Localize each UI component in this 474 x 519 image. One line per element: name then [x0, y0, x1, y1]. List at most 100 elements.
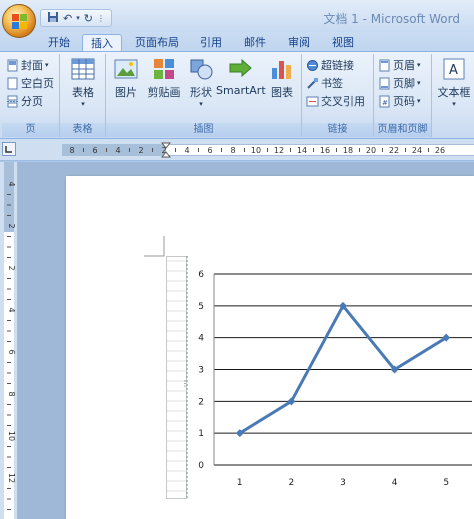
footer-icon: [379, 77, 390, 90]
svg-text:#: #: [382, 99, 388, 107]
header-label: 页眉: [393, 59, 415, 72]
picture-icon: [114, 59, 138, 79]
save-icon[interactable]: [47, 11, 59, 26]
vertical-ruler: 4 2 2 4 6 8 10 12: [0, 162, 18, 519]
blank-page-icon: [7, 77, 18, 90]
y-tick-label: 6: [198, 270, 204, 280]
window-title: 文档 1 - Microsoft Word: [323, 12, 460, 26]
cross-reference-icon: [306, 96, 319, 107]
hruler-label: 16: [320, 146, 330, 155]
footer-label: 页脚: [393, 77, 415, 90]
tab-view[interactable]: 视图: [324, 34, 362, 52]
smartart-button[interactable]: SmartArt: [216, 56, 266, 97]
shapes-button[interactable]: 形状 ▾: [186, 56, 216, 108]
footer-dropdown-icon: ▾: [417, 79, 421, 87]
vruler-label: 2: [7, 223, 16, 228]
tab-home[interactable]: 开始: [40, 34, 78, 52]
cover-page-button[interactable]: 封面 ▾: [6, 57, 49, 74]
vruler-label: 6: [7, 349, 16, 354]
cross-reference-label: 交叉引用: [321, 95, 365, 108]
y-tick-label: 0: [198, 461, 204, 471]
page-break-button[interactable]: 分页: [6, 93, 43, 110]
chart-button[interactable]: 图表: [266, 56, 298, 100]
y-tick-label: 5: [198, 302, 204, 312]
redo-icon[interactable]: ↻: [84, 12, 93, 25]
clipart-label: 剪贴画: [147, 86, 181, 99]
x-tick-label: 5: [443, 478, 449, 488]
tab-references[interactable]: 引用: [192, 34, 230, 52]
blank-page-button[interactable]: 空白页: [6, 75, 54, 92]
group-label-tables: 表格: [60, 123, 105, 137]
group-illustrations: 图片 剪贴画 形状 ▾ SmartArt 图表 插图: [106, 54, 302, 137]
ribbon: 封面 ▾ 空白页 分页 页 表格 ▾ 表格 图片 剪贴画 形状 ▾ SmartA…: [0, 51, 474, 139]
textbox-button[interactable]: A 文本框 ▾: [436, 56, 472, 108]
page-break-icon: [7, 95, 18, 108]
hyperlink-button[interactable]: 超链接: [306, 57, 354, 74]
group-label-illustrations: 插图: [106, 123, 301, 137]
x-tick-label: 4: [392, 478, 398, 488]
header-icon: [379, 59, 390, 72]
x-tick-label: 3: [340, 478, 346, 488]
y-tick-label: 4: [198, 334, 204, 344]
tab-insert[interactable]: 插入: [82, 34, 122, 52]
blank-page-label: 空白页: [21, 77, 54, 90]
bookmark-button[interactable]: 书签: [306, 75, 343, 92]
office-logo-icon: [12, 14, 27, 29]
y-tick-label: 3: [198, 366, 204, 376]
horizontal-ruler: 8 6 4 2 2 4 6 8 10 12 14 16 18 20 22 24 26: [0, 139, 474, 161]
svg-text:A: A: [449, 63, 458, 78]
page-number-label: 页码: [393, 95, 415, 108]
group-label-header-footer: 页眉和页脚: [374, 123, 431, 137]
x-tick-label: 1: [237, 478, 243, 488]
customize-qat-icon[interactable]: ⋮: [97, 14, 105, 23]
vruler-label: 10: [7, 431, 16, 441]
vruler-label: 2: [7, 265, 16, 270]
quick-access-toolbar: ↶ ▾ ↻ ⋮: [40, 9, 112, 27]
clipart-button[interactable]: 剪贴画: [144, 56, 184, 100]
table-button[interactable]: 表格 ▾: [66, 56, 100, 108]
tab-page-layout[interactable]: 页面布局: [128, 34, 186, 52]
shapes-label: 形状: [190, 86, 212, 99]
office-button[interactable]: [2, 4, 36, 38]
page-number-dropdown-icon: ▾: [417, 97, 421, 105]
picture-label: 图片: [115, 86, 137, 99]
page-number-button[interactable]: # 页码 ▾: [378, 93, 421, 110]
chart-object[interactable]: ⋮ 0 1 2 3 4 5 6 1 2 3 4 5: [166, 256, 474, 499]
undo-dropdown-icon[interactable]: ▾: [76, 14, 80, 22]
group-tables: 表格 ▾ 表格: [60, 54, 106, 137]
group-text: A 文本框 ▾: [432, 54, 474, 137]
vruler-label: 4: [7, 181, 16, 186]
group-links: 超链接 书签 交叉引用 链接: [302, 54, 374, 137]
ribbon-tabs: 开始 插入 页面布局 引用 邮件 审阅 视图: [0, 32, 474, 52]
y-tick-label: 1: [198, 429, 204, 439]
tab-review[interactable]: 审阅: [280, 34, 318, 52]
indent-marker[interactable]: [160, 142, 172, 158]
hruler-label: 8: [69, 146, 74, 155]
vruler-label: 4: [7, 307, 16, 312]
header-dropdown-icon: ▾: [417, 61, 421, 69]
header-button[interactable]: 页眉 ▾: [378, 57, 421, 74]
undo-icon[interactable]: ↶: [63, 12, 72, 25]
horizontal-ruler-marks: 8 6 4 2 2 4 6 8 10 12 14 16 18 20 22 24 26: [69, 146, 445, 155]
picture-button[interactable]: 图片: [110, 56, 142, 100]
vruler-label: 8: [7, 391, 16, 396]
group-header-footer: 页眉 ▾ 页脚 ▾ # 页码 ▾ 页眉和页脚: [374, 54, 432, 137]
bookmark-icon: [307, 78, 318, 89]
hruler-label: 18: [343, 146, 353, 155]
footer-button[interactable]: 页脚 ▾: [378, 75, 421, 92]
resize-handle-icon[interactable]: ⋮: [181, 379, 189, 388]
page-break-label: 分页: [21, 95, 43, 108]
margin-corner-mark: [144, 236, 165, 257]
hyperlink-icon: [307, 60, 318, 71]
hruler-label: 2: [138, 146, 143, 155]
textbox-icon: A: [443, 58, 465, 80]
hruler-label: 22: [389, 146, 399, 155]
cover-page-icon: [7, 59, 18, 72]
title-bar: ↶ ▾ ↻ ⋮ 文档 1 - Microsoft Word: [0, 0, 474, 38]
group-label-pages: 页: [2, 123, 59, 137]
cross-reference-button[interactable]: 交叉引用: [306, 93, 365, 110]
tab-mailings[interactable]: 邮件: [236, 34, 274, 52]
bookmark-label: 书签: [321, 77, 343, 90]
shapes-dropdown-icon: ▾: [199, 100, 203, 108]
table-label: 表格: [72, 86, 94, 99]
